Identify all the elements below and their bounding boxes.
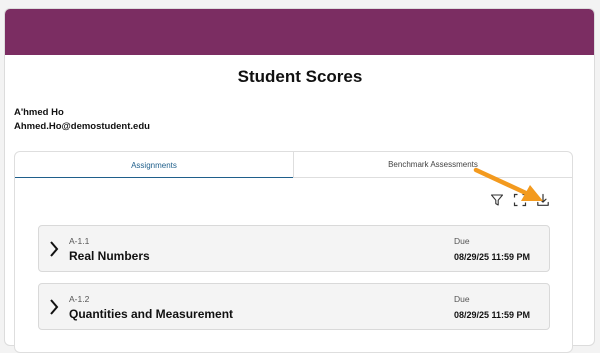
tab-assignments[interactable]: Assignments	[15, 152, 293, 178]
student-email: Ahmed.Ho@demostudent.edu	[14, 121, 150, 132]
assignment-row[interactable]: A-1.2 Quantities and Measurement Due 08/…	[38, 283, 550, 330]
fullscreen-icon[interactable]	[513, 193, 527, 207]
download-icon[interactable]	[536, 193, 550, 207]
assignment-row[interactable]: A-1.1 Real Numbers Due 08/29/25 11:59 PM	[38, 225, 550, 272]
due-date: 08/29/25 11:59 PM	[454, 252, 531, 262]
assignment-code: A-1.1	[69, 236, 90, 246]
tab-bar: Assignments Benchmark Assessments	[15, 152, 572, 178]
header-banner	[5, 9, 594, 55]
assignment-code: A-1.2	[69, 294, 90, 304]
tab-benchmark-assessments[interactable]: Benchmark Assessments	[293, 152, 572, 178]
chevron-right-icon[interactable]	[48, 297, 60, 317]
page-title: Student Scores	[237, 67, 363, 86]
chevron-right-icon[interactable]	[48, 239, 60, 259]
due-label: Due	[454, 294, 470, 304]
assignment-title: Real Numbers	[69, 249, 150, 263]
filter-icon[interactable]	[490, 193, 504, 207]
assignment-title: Quantities and Measurement	[69, 307, 234, 321]
due-label: Due	[454, 236, 470, 246]
student-name: A'hmed Ho	[14, 107, 64, 118]
due-date: 08/29/25 11:59 PM	[454, 310, 531, 320]
